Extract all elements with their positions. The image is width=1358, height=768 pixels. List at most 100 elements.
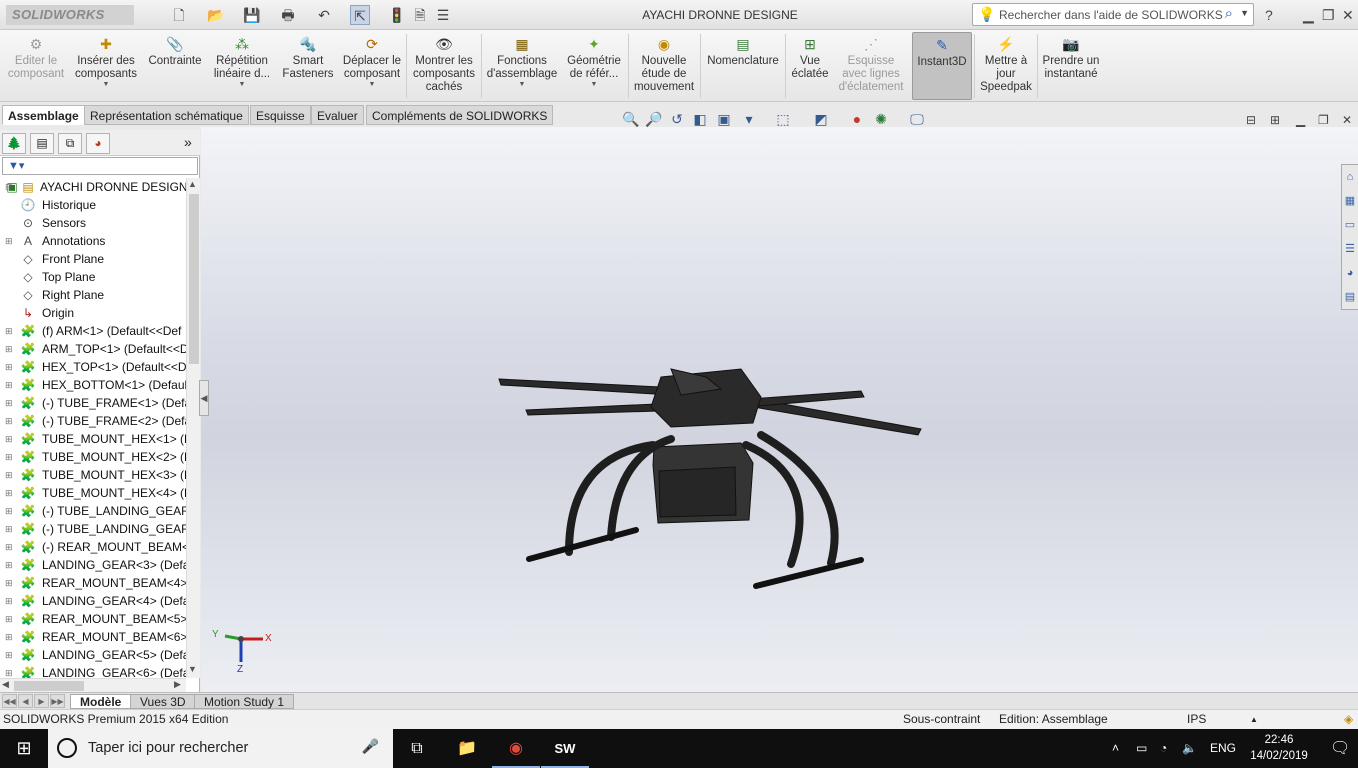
tree-item[interactable]: ⊞ 🧩 REAR_MOUNT_BEAM<6> (: [0, 628, 186, 646]
language-indicator[interactable]: ENG: [1210, 729, 1236, 768]
drone-assembly-model[interactable]: [201, 127, 1358, 692]
esquisse-avec-lignes-declatement-button[interactable]: ⋰ Esquisse avec lignes d'éclatement: [834, 32, 908, 100]
tree-item[interactable]: ⊞ A Annotations: [0, 232, 186, 250]
microphone-icon[interactable]: 🎤: [362, 738, 379, 755]
scroll-left-icon[interactable]: ◀: [2, 679, 9, 690]
home-icon[interactable]: ⌂: [1342, 165, 1358, 189]
displaymanager-icon[interactable]: ◕: [86, 133, 110, 154]
tile-horizontal-icon[interactable]: ⊟: [1246, 110, 1256, 130]
expand-icon[interactable]: ⊞: [5, 628, 13, 646]
tab-vues-3d[interactable]: Vues 3D: [130, 694, 196, 709]
expand-icon[interactable]: ⊞: [5, 556, 13, 574]
tree-item[interactable]: ⊞ 🧩 ARM_TOP<1> (Default<<D: [0, 340, 186, 358]
expand-icon[interactable]: ⊞: [5, 448, 13, 466]
notifications-icon[interactable]: 🗨: [1330, 729, 1350, 768]
tree-item[interactable]: ⊞ 🧩 (-) TUBE_LANDING_GEAR<: [0, 502, 186, 520]
close-icon[interactable]: ✕: [1342, 5, 1354, 25]
previous-view-icon[interactable]: ↺: [666, 109, 688, 129]
minimize-icon[interactable]: ▁: [1296, 110, 1305, 130]
help-search-box[interactable]: 💡 Rechercher dans l'aide de SOLIDWORKS ⌕…: [972, 3, 1254, 26]
scroll-up-icon[interactable]: ▲: [188, 179, 197, 189]
expand-icon[interactable]: ⊞: [5, 412, 13, 430]
expand-icon[interactable]: ⊞: [5, 394, 13, 412]
tree-item[interactable]: ⊞ 🧩 (-) TUBE_FRAME<1> (Defau: [0, 394, 186, 412]
select-pointer-icon[interactable]: ⇱: [350, 5, 370, 25]
editer-le-composant-button[interactable]: ⚙ Editer le composant: [4, 32, 68, 100]
vue-eclatee-button[interactable]: ⊞ Vue éclatée: [788, 32, 832, 100]
chrome-icon[interactable]: ◉: [492, 729, 540, 768]
battery-icon[interactable]: ▭: [1136, 729, 1147, 768]
tree-item[interactable]: ◇ Top Plane: [0, 268, 186, 286]
tile-vertical-icon[interactable]: ⊞: [1270, 110, 1280, 130]
tree-root-assembly[interactable]: ⊟ ▣ ▤ AYACHI DRONNE DESIGNE: [0, 178, 186, 196]
clock[interactable]: 22:46 14/02/2019: [1248, 732, 1310, 764]
custom-properties-icon[interactable]: ▤: [1342, 285, 1358, 309]
scroll-down-icon[interactable]: ▼: [188, 664, 197, 674]
next-tab-icon[interactable]: ▶: [34, 694, 49, 708]
view-settings-icon[interactable]: 🖵: [906, 109, 928, 129]
tree-item[interactable]: ⊞ 🧩 (-) TUBE_LANDING_GEAR<: [0, 520, 186, 538]
file-properties-icon[interactable]: 🗎: [411, 5, 429, 25]
expand-icon[interactable]: ⊞: [5, 376, 13, 394]
repetition-lineaire-button[interactable]: ⁂ Répétition linéaire d... ▼: [208, 32, 276, 100]
dynamic-annotation-icon[interactable]: ▣: [713, 109, 735, 129]
expand-icon[interactable]: ⊞: [5, 502, 13, 520]
tooltip-toggle-icon[interactable]: ◈: [1344, 710, 1353, 729]
chevron-down-icon[interactable]: ▾: [738, 109, 760, 129]
file-explorer-icon[interactable]: 📁: [443, 729, 491, 768]
tab-representation-schematique[interactable]: Représentation schématique: [84, 105, 249, 125]
tree-item[interactable]: ⊞ 🧩 REAR_MOUNT_BEAM<5> (: [0, 610, 186, 628]
tree-item[interactable]: ↳ Origin: [0, 304, 186, 322]
undo-icon[interactable]: ↶: [315, 5, 333, 25]
graphics-area[interactable]: X Y Z: [201, 127, 1358, 692]
mettre-a-jour-speedpak-button[interactable]: ⚡ Mettre à jour Speedpak: [977, 32, 1035, 100]
expand-icon[interactable]: ⊞: [5, 232, 13, 250]
taskbar-search-box[interactable]: Taper ici pour rechercher 🎤: [48, 729, 393, 768]
tree-item[interactable]: ⊞ 🧩 (f) ARM<1> (Default<<Def: [0, 322, 186, 340]
tab-motion-study-1[interactable]: Motion Study 1: [194, 694, 295, 709]
panel-collapse-handle[interactable]: ◀: [199, 380, 209, 416]
contrainte-button[interactable]: 📎 Contrainte: [144, 32, 206, 100]
file-explorer-icon[interactable]: ▭: [1342, 213, 1358, 237]
tab-modele[interactable]: Modèle: [70, 694, 132, 709]
expand-icon[interactable]: ⊞: [5, 520, 13, 538]
view-orientation-icon[interactable]: ⬚: [772, 109, 794, 129]
display-style-icon[interactable]: ◩: [810, 109, 832, 129]
tree-item[interactable]: ⊞ 🧩 LANDING_GEAR<3> (Defau: [0, 556, 186, 574]
nouvelle-etude-de-mouvement-button[interactable]: ◉ Nouvelle étude de mouvement: [631, 32, 697, 100]
first-tab-icon[interactable]: ◀◀: [2, 694, 17, 708]
tab-assemblage[interactable]: Assemblage: [2, 105, 85, 125]
tree-item[interactable]: ⊞ 🧩 TUBE_MOUNT_HEX<3> (De: [0, 466, 186, 484]
expand-icon[interactable]: ⊞: [5, 340, 13, 358]
open-folder-icon[interactable]: 📂: [207, 5, 225, 25]
deplacer-le-composant-button[interactable]: ⟳ Déplacer le composant ▼: [340, 32, 404, 100]
chevron-down-icon[interactable]: ▼: [1240, 8, 1249, 18]
chevron-down-icon[interactable]: ▼: [562, 81, 626, 89]
design-library-icon[interactable]: ▦: [1342, 189, 1358, 213]
new-file-icon[interactable]: 🗋: [170, 5, 188, 25]
tree-item[interactable]: ⊞ 🧩 TUBE_MOUNT_HEX<4> (De: [0, 484, 186, 502]
expand-panel-icon[interactable]: »: [184, 134, 192, 150]
expand-icon[interactable]: ⊞: [5, 610, 13, 628]
apply-scene-icon[interactable]: ✺: [870, 109, 892, 129]
edit-appearance-icon[interactable]: ●: [846, 109, 868, 129]
prendre-un-instantane-button[interactable]: 📷 Prendre un instantané: [1040, 32, 1102, 100]
tree-item[interactable]: ⊞ 🧩 HEX_TOP<1> (Default<<De: [0, 358, 186, 376]
units-selector[interactable]: IPS: [1187, 710, 1206, 729]
task-view-icon[interactable]: ⧉: [393, 729, 441, 768]
chevron-up-icon[interactable]: ▲: [1250, 710, 1258, 729]
expand-icon[interactable]: ⊞: [5, 574, 13, 592]
tree-item[interactable]: ⊞ 🧩 TUBE_MOUNT_HEX<1> (De: [0, 430, 186, 448]
expand-icon[interactable]: ⊞: [5, 664, 13, 678]
inserer-des-composants-button[interactable]: ✚ Insérer des composants ▼: [70, 32, 142, 100]
volume-icon[interactable]: 🔈: [1182, 729, 1197, 768]
section-view-icon[interactable]: ◧: [689, 109, 711, 129]
restore-icon[interactable]: ❐: [1322, 5, 1335, 25]
smart-fasteners-button[interactable]: 🔩 Smart Fasteners: [278, 32, 338, 100]
tab-evaluer[interactable]: Evaluer: [311, 105, 364, 125]
minimize-icon[interactable]: ▁: [1303, 5, 1314, 25]
windows-start-icon[interactable]: ⊞: [0, 729, 48, 768]
save-icon[interactable]: 💾: [243, 5, 261, 25]
zoom-to-fit-icon[interactable]: 🔍: [620, 109, 642, 129]
options-icon[interactable]: ☰: [434, 5, 452, 25]
